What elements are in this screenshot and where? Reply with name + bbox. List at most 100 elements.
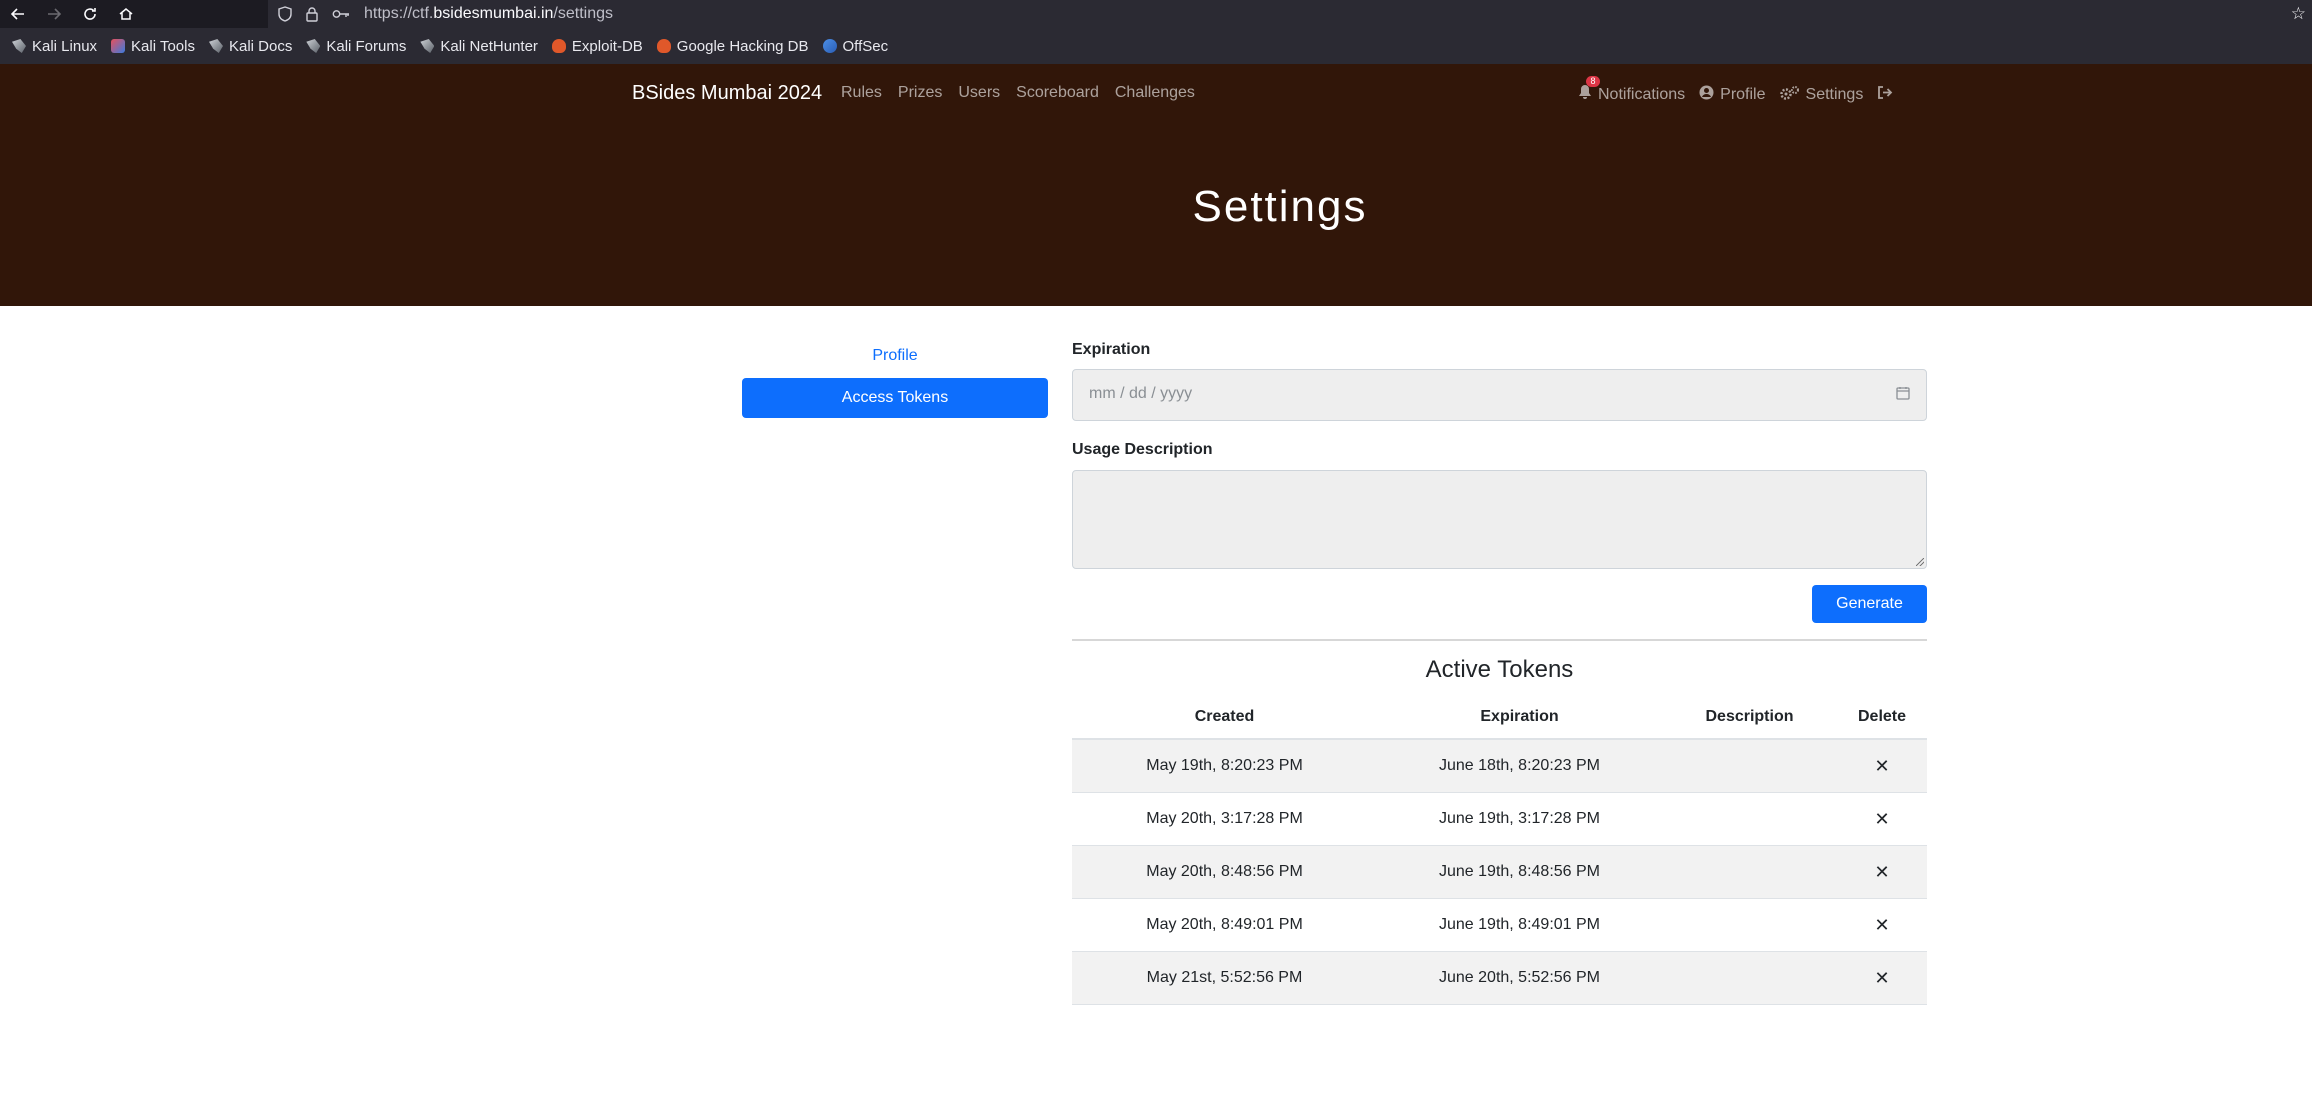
token-created: May 20th, 8:49:01 PM: [1072, 898, 1377, 952]
bookmark-kali-linux[interactable]: Kali Linux: [12, 38, 97, 55]
token-expiration: June 19th, 3:17:28 PM: [1377, 792, 1662, 846]
nav-link-challenges[interactable]: Challenges: [1115, 84, 1195, 102]
table-row: May 20th, 8:49:01 PM June 19th, 8:49:01 …: [1072, 898, 1927, 952]
close-icon[interactable]: ✕: [1874, 756, 1889, 776]
browser-toolbar: https://ctf.bsidesmumbai.in/settings ☆: [0, 0, 2312, 28]
nav-link-scoreboard[interactable]: Scoreboard: [1016, 84, 1099, 102]
forward-button[interactable]: [36, 0, 72, 28]
token-created: May 21st, 5:52:56 PM: [1072, 951, 1377, 1005]
nav-profile[interactable]: Profile: [1699, 84, 1766, 105]
exploit-db-icon: [551, 39, 566, 53]
nav-settings[interactable]: Settings: [1779, 84, 1863, 105]
site-brand[interactable]: BSides Mumbai 2024: [632, 82, 822, 105]
reload-button[interactable]: [72, 0, 108, 28]
bookmark-kali-forums[interactable]: Kali Forums: [306, 38, 406, 55]
active-tokens-title: Active Tokens: [1425, 656, 1574, 683]
expiration-label: Expiration: [1072, 341, 1151, 358]
generate-button[interactable]: Generate: [1812, 585, 1927, 623]
bookmark-kali-nethunter[interactable]: Kali NetHunter: [420, 38, 538, 55]
resize-handle-icon[interactable]: [1916, 558, 1924, 566]
table-row: May 20th, 3:17:28 PM June 19th, 3:17:28 …: [1072, 792, 1927, 846]
tokens-table: Created Expiration Description Delete Ma…: [1072, 696, 1927, 1005]
notification-count-badge: 8: [1586, 76, 1600, 87]
token-description: [1662, 951, 1837, 1005]
expiration-date-input[interactable]: mm / dd / yyyy: [1072, 369, 1927, 421]
logout-button[interactable]: [1877, 84, 1893, 105]
bell-icon: 8: [1578, 76, 1600, 105]
table-row: May 21st, 5:52:56 PM June 20th, 5:52:56 …: [1072, 951, 1927, 1005]
token-expiration: June 20th, 5:52:56 PM: [1377, 951, 1662, 1005]
usage-description-textarea[interactable]: [1072, 470, 1927, 569]
url-text: https://ctf.bsidesmumbai.in/settings: [364, 5, 614, 22]
kali-dragon-icon: [306, 39, 321, 53]
offsec-icon: [822, 39, 837, 53]
delete-token-button[interactable]: ✕: [1837, 951, 1927, 1005]
back-button[interactable]: [0, 0, 36, 28]
table-row: May 20th, 8:48:56 PM June 19th, 8:48:56 …: [1072, 845, 1927, 899]
calendar-icon[interactable]: [1896, 386, 1910, 400]
sidebar-item-access-tokens[interactable]: Access Tokens: [742, 378, 1048, 418]
key-icon: [332, 8, 350, 20]
arrow-left-icon: [10, 8, 24, 20]
kali-dragon-icon: [12, 39, 26, 53]
sidebar-item-profile[interactable]: Profile: [742, 347, 1048, 365]
bookmark-offsec[interactable]: OffSec: [822, 38, 888, 55]
kali-dragon-icon: [208, 39, 223, 53]
token-created: May 20th, 8:48:56 PM: [1072, 845, 1377, 899]
close-icon[interactable]: ✕: [1874, 862, 1889, 882]
reload-icon: [84, 8, 96, 20]
delete-token-button[interactable]: ✕: [1837, 792, 1927, 846]
token-created: May 20th, 3:17:28 PM: [1072, 792, 1377, 846]
user-circle-icon: [1699, 85, 1714, 105]
column-header-expiration: Expiration: [1377, 696, 1662, 740]
nav-notifications[interactable]: 8 Notifications: [1578, 76, 1685, 105]
close-icon[interactable]: ✕: [1874, 809, 1889, 829]
page-title: Settings: [1192, 182, 1368, 231]
address-bar[interactable]: https://ctf.bsidesmumbai.in/settings: [268, 0, 2312, 28]
page-header: Settings: [0, 130, 2312, 306]
kali-dragon-icon: [420, 39, 435, 53]
gears-icon: [1779, 85, 1800, 105]
delete-token-button[interactable]: ✕: [1837, 739, 1927, 793]
nav-link-users[interactable]: Users: [958, 84, 1000, 102]
token-description: [1662, 792, 1837, 846]
arrow-right-icon: [48, 8, 62, 20]
shield-icon: [278, 6, 292, 22]
lock-icon: [306, 6, 318, 22]
site-navbar: BSides Mumbai 2024 Rules Prizes Users Sc…: [0, 64, 2312, 130]
table-row: May 19th, 8:20:23 PM June 18th, 8:20:23 …: [1072, 739, 1927, 793]
delete-token-button[interactable]: ✕: [1837, 898, 1927, 952]
bookmark-star-icon[interactable]: ☆: [2291, 4, 2306, 24]
bookmark-exploit-db[interactable]: Exploit-DB: [551, 38, 643, 55]
kali-tools-icon: [111, 39, 126, 53]
nav-link-prizes[interactable]: Prizes: [898, 84, 942, 102]
bookmarks-bar: Kali Linux Kali Tools Kali Docs Kali For…: [0, 28, 2312, 64]
token-created: May 19th, 8:20:23 PM: [1072, 739, 1377, 793]
table-header-row: Created Expiration Description Delete: [1072, 696, 1927, 740]
bookmark-kali-tools[interactable]: Kali Tools: [111, 38, 195, 55]
token-description: [1662, 898, 1837, 952]
bookmark-kali-docs[interactable]: Kali Docs: [208, 38, 292, 55]
divider: [1072, 639, 1927, 641]
token-description: [1662, 739, 1837, 793]
home-button[interactable]: [108, 0, 144, 28]
close-icon[interactable]: ✕: [1874, 968, 1889, 988]
home-icon: [119, 8, 133, 20]
column-header-created: Created: [1072, 696, 1377, 740]
main-menu: Rules Prizes Users Scoreboard Challenges: [841, 84, 1195, 102]
column-header-description: Description: [1662, 696, 1837, 740]
close-icon[interactable]: ✕: [1874, 915, 1889, 935]
usage-description-label: Usage Description: [1072, 441, 1213, 458]
exploit-db-icon: [656, 39, 671, 53]
token-description: [1662, 845, 1837, 899]
delete-token-button[interactable]: ✕: [1837, 845, 1927, 899]
bookmark-google-hacking-db[interactable]: Google Hacking DB: [656, 38, 809, 55]
nav-link-rules[interactable]: Rules: [841, 84, 882, 102]
expiration-placeholder: mm / dd / yyyy: [1089, 385, 1193, 402]
user-menu: 8 Notifications Profile Settings: [1578, 76, 1893, 105]
sign-out-icon: [1877, 85, 1893, 105]
token-expiration: June 19th, 8:49:01 PM: [1377, 898, 1662, 952]
token-expiration: June 18th, 8:20:23 PM: [1377, 739, 1662, 793]
column-header-delete: Delete: [1837, 696, 1927, 740]
token-expiration: June 19th, 8:48:56 PM: [1377, 845, 1662, 899]
